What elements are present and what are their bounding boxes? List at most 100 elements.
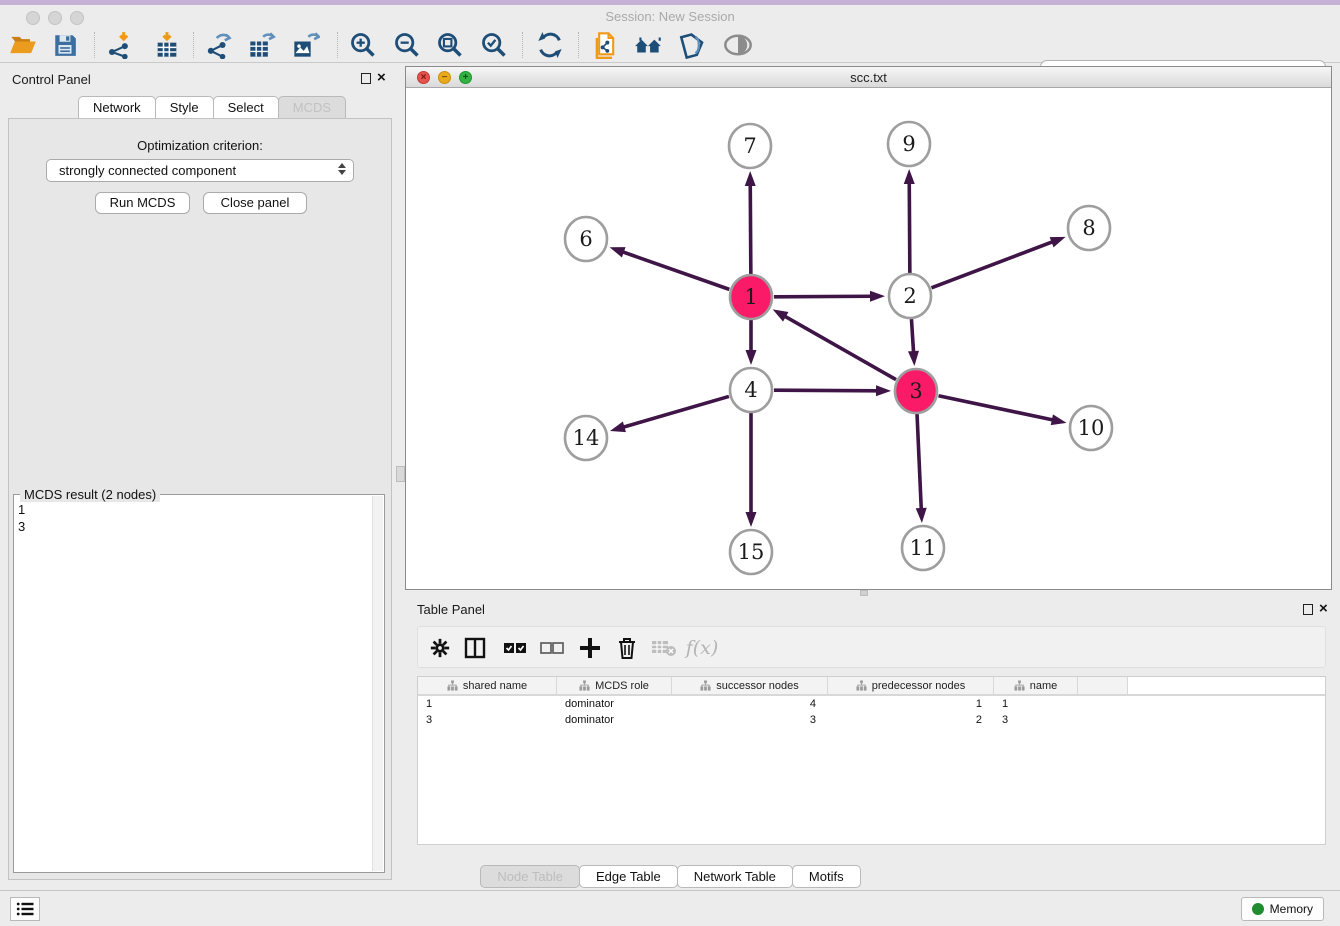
- table-cell[interactable]: 3: [994, 712, 1078, 728]
- column-header-shared-name[interactable]: shared name: [418, 677, 557, 694]
- edge-1-2[interactable]: [774, 296, 872, 297]
- hide-labels-icon[interactable]: [678, 30, 708, 60]
- table-cell[interactable]: 1: [418, 696, 557, 712]
- edge-2-9[interactable]: [909, 182, 910, 273]
- tab-style[interactable]: Style: [155, 96, 214, 118]
- table-cell[interactable]: dominator: [557, 712, 672, 728]
- tab-mcds[interactable]: MCDS: [278, 96, 346, 118]
- column-header-name[interactable]: name: [994, 677, 1078, 694]
- table-cell[interactable]: 3: [672, 712, 828, 728]
- left-splitter-grip[interactable]: [396, 466, 405, 482]
- table-row[interactable]: 1dominator411: [418, 696, 1325, 712]
- float-table-panel-icon[interactable]: [1303, 604, 1313, 615]
- close-table-panel-icon[interactable]: ×: [1319, 600, 1328, 617]
- zoom-out-icon[interactable]: [392, 30, 422, 60]
- arrowhead-icon: [746, 512, 757, 527]
- table-cell[interactable]: 1: [994, 696, 1078, 712]
- table-cell[interactable]: 2: [828, 712, 994, 728]
- graph-node-label: 8: [1082, 216, 1095, 240]
- arrowhead-icon: [746, 350, 757, 365]
- select-all-columns-icon[interactable]: [501, 634, 529, 662]
- add-column-icon[interactable]: [576, 634, 604, 662]
- tab-node-table[interactable]: Node Table: [480, 865, 580, 888]
- tab-edge-table[interactable]: Edge Table: [579, 865, 678, 888]
- column-header-predecessor-nodes[interactable]: predecessor nodes: [828, 677, 994, 694]
- edge-4-14[interactable]: [622, 396, 728, 427]
- optimization-criterion-select[interactable]: strongly connected component: [46, 159, 354, 182]
- arrowhead-icon: [904, 169, 915, 184]
- function-builder-icon[interactable]: f(x): [688, 634, 716, 662]
- import-network-icon[interactable]: [104, 30, 134, 60]
- delete-table-icon[interactable]: [650, 634, 678, 662]
- close-panel-icon[interactable]: ×: [377, 69, 386, 86]
- bottom-splitter-grip[interactable]: [860, 590, 868, 596]
- column-header-MCDS-role[interactable]: MCDS role: [557, 677, 672, 694]
- table-cell[interactable]: 3: [418, 712, 557, 728]
- graph-node-label: 2: [903, 284, 916, 308]
- arrowhead-icon: [876, 385, 891, 396]
- graph-node-label: 14: [573, 426, 600, 450]
- edge-2-8[interactable]: [932, 241, 1054, 287]
- tab-network-table[interactable]: Network Table: [677, 865, 793, 888]
- list-icon: [16, 901, 34, 917]
- tab-network[interactable]: Network: [78, 96, 156, 118]
- tab-select[interactable]: Select: [213, 96, 279, 118]
- network-window-titlebar[interactable]: × − + scc.txt: [406, 67, 1331, 88]
- column-header-successor-nodes[interactable]: successor nodes: [672, 677, 828, 694]
- table-settings-icon[interactable]: [426, 634, 454, 662]
- memory-button[interactable]: Memory: [1241, 897, 1324, 921]
- edge-1-6[interactable]: [622, 252, 729, 290]
- run-mcds-button[interactable]: Run MCDS: [95, 192, 190, 214]
- memory-label: Memory: [1270, 902, 1313, 916]
- arrowhead-icon: [870, 291, 885, 302]
- tab-motifs[interactable]: Motifs: [792, 865, 861, 888]
- edge-3-10[interactable]: [939, 396, 1054, 420]
- graph-node-label: 3: [909, 379, 922, 403]
- table-cell[interactable]: 4: [672, 696, 828, 712]
- node-table[interactable]: shared nameMCDS rolesuccessor nodesprede…: [417, 676, 1326, 845]
- save-session-icon[interactable]: [50, 30, 80, 60]
- arrowhead-icon: [610, 247, 626, 257]
- export-network-icon[interactable]: [204, 30, 234, 60]
- mcds-result-text: 1 3: [18, 501, 25, 535]
- zoom-fit-icon[interactable]: [435, 30, 465, 60]
- import-table-icon[interactable]: [152, 30, 182, 60]
- chevron-updown-icon: [338, 163, 346, 175]
- task-history-button[interactable]: [10, 897, 40, 921]
- mcds-panel: Optimization criterion: strongly connect…: [8, 118, 392, 880]
- mcds-result-box: MCDS result (2 nodes) 1 3: [13, 494, 385, 873]
- edge-1-7[interactable]: [750, 184, 751, 274]
- delete-column-icon[interactable]: [613, 634, 641, 662]
- export-table-icon[interactable]: [247, 30, 277, 60]
- refresh-icon[interactable]: [535, 30, 565, 60]
- home-layout-icon[interactable]: [634, 30, 664, 60]
- mcds-result-scrollbar[interactable]: [372, 496, 383, 871]
- edge-3-1[interactable]: [784, 316, 896, 380]
- table-cell[interactable]: 1: [828, 696, 994, 712]
- table-toolbar: f(x): [417, 626, 1326, 668]
- split-view-icon[interactable]: [461, 634, 489, 662]
- export-image-icon[interactable]: [291, 30, 321, 60]
- network-view-window: × − + scc.txt 7968124314101511: [405, 66, 1332, 590]
- edge-4-3[interactable]: [774, 390, 878, 391]
- zoom-selected-icon[interactable]: [479, 30, 509, 60]
- float-panel-icon[interactable]: [361, 73, 371, 84]
- table-panel-tabs: Node Table Edge Table Network Table Moti…: [0, 865, 1340, 888]
- graph-node-label: 9: [902, 132, 915, 156]
- deselect-all-columns-icon[interactable]: [538, 634, 566, 662]
- table-panel-header: Table Panel ×: [405, 597, 1340, 621]
- edge-2-3[interactable]: [911, 319, 913, 353]
- table-cell[interactable]: dominator: [557, 696, 672, 712]
- zoom-in-icon[interactable]: [348, 30, 378, 60]
- arrowhead-icon: [1051, 414, 1067, 425]
- node-table-body: 1dominator4113dominator323: [418, 696, 1325, 728]
- show-graphics-details-icon[interactable]: [723, 30, 753, 60]
- edge-3-11[interactable]: [917, 414, 921, 510]
- column-type-icon: [1014, 680, 1025, 691]
- table-row[interactable]: 3dominator323: [418, 712, 1325, 728]
- close-panel-button[interactable]: Close panel: [203, 192, 307, 214]
- network-graph-canvas[interactable]: 7968124314101511: [406, 88, 1331, 589]
- graph-node-label: 1: [744, 285, 757, 309]
- copy-style-icon[interactable]: [590, 30, 620, 60]
- open-session-icon[interactable]: [8, 30, 38, 60]
